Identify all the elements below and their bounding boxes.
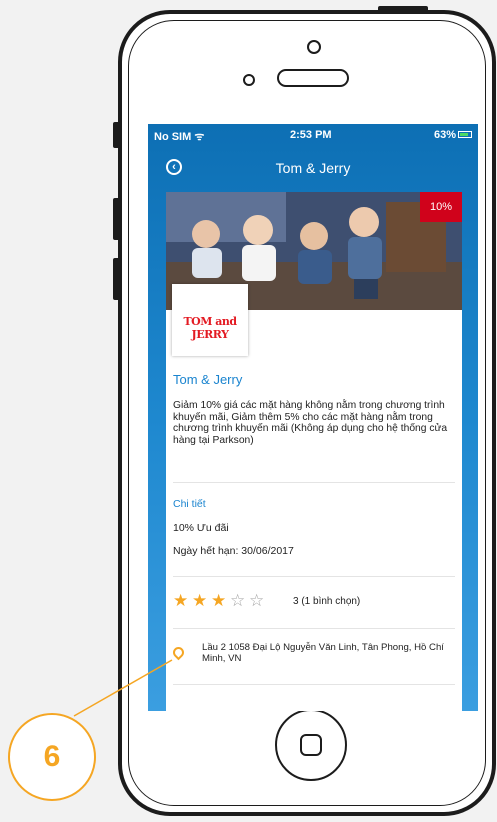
callout-leader-line bbox=[73, 659, 173, 717]
callout-number-badge: 6 bbox=[8, 713, 96, 801]
